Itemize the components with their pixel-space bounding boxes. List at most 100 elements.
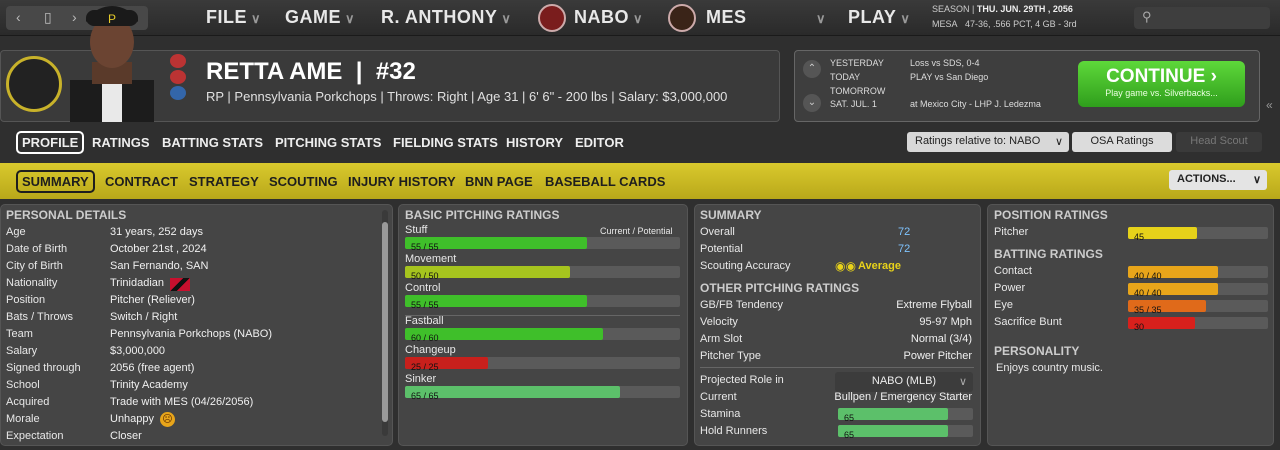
divider xyxy=(700,367,974,368)
pitch-label: Sinker xyxy=(405,373,437,385)
head-scout-button[interactable]: Head Scout xyxy=(1176,132,1262,152)
menu-play[interactable]: ∨ PLAY ∨ xyxy=(816,7,910,28)
rating-bar: 25 / 25 xyxy=(405,357,680,372)
tab-ratings[interactable]: RATINGS xyxy=(92,135,150,150)
tab-fielding-stats[interactable]: FIELDING STATS xyxy=(393,135,498,150)
rating-bar-value: 50 / 50 xyxy=(411,271,439,281)
pitching-rating-label: Stuff xyxy=(405,224,428,236)
personal-value: $3,000,000 xyxy=(110,345,166,357)
other-rating-value: Normal (3/4) xyxy=(910,333,972,345)
personal-label: Position xyxy=(6,294,46,306)
subtab-summary[interactable]: SUMMARY xyxy=(16,170,95,193)
tab-history[interactable]: HISTORY xyxy=(506,135,563,150)
pitch-label: Fastball xyxy=(405,315,444,327)
award-icons xyxy=(170,54,188,102)
personal-label: School xyxy=(6,379,40,391)
schedule-up-icon[interactable]: ⌃ xyxy=(803,60,821,78)
tab-pitching-stats[interactable]: PITCHING STATS xyxy=(275,135,381,150)
team-logo-icon xyxy=(6,56,62,112)
other-rating-label: Arm Slot xyxy=(700,333,743,345)
menu-game[interactable]: GAME ∨ xyxy=(285,7,355,28)
other-rating-value: Extreme Flyball xyxy=(896,299,972,311)
batting-rating-label: Contact xyxy=(994,265,1032,277)
pitch-label: Changeup xyxy=(405,344,456,356)
continue-button[interactable]: CONTINUE › Play game vs. Silverbacks... xyxy=(1078,61,1245,107)
personal-scrollbar[interactable] xyxy=(382,210,388,436)
search-box[interactable]: ⚲ xyxy=(1134,7,1270,29)
batting-ratings-title: BATTING RATINGS xyxy=(994,247,1103,261)
tab-editor[interactable]: EDITOR xyxy=(575,135,624,150)
other-rating-label: Pitcher Type xyxy=(700,350,761,362)
batting-rating-bar: 40 / 40 xyxy=(1128,283,1268,298)
batting-rating-bar: 30 xyxy=(1128,317,1268,332)
schedule-event: Loss vs SDS, 0-4 xyxy=(910,58,980,68)
menu-team[interactable]: MES xyxy=(706,7,747,28)
schedule-day: TODAY xyxy=(830,72,861,82)
rating-bar-value: 60 / 60 xyxy=(411,333,439,343)
subtab-contract[interactable]: CONTRACT xyxy=(105,174,178,189)
projected-role-select[interactable]: NABO (MLB) ∨ xyxy=(835,372,973,392)
schedule-day: TOMORROW xyxy=(830,86,886,96)
schedule-event[interactable]: PLAY vs San Diego xyxy=(910,72,988,82)
personal-value: Switch / Right xyxy=(110,311,178,323)
scouting-label: Scouting Accuracy xyxy=(700,260,791,272)
projected-role-label: Projected Role in xyxy=(700,374,784,386)
tab-profile[interactable]: PROFILE xyxy=(16,131,85,154)
subtab-strategy[interactable]: STRATEGY xyxy=(189,174,259,189)
personal-value: Trinity Academy xyxy=(110,379,188,391)
personal-details-title: PERSONAL DETAILS xyxy=(6,208,127,222)
actions-dropdown[interactable]: ACTIONS... ∨ xyxy=(1169,170,1267,190)
binoculars-icon: ◉◉ xyxy=(835,259,856,273)
osa-ratings-button[interactable]: OSA Ratings xyxy=(1072,132,1172,152)
rating-bar-value: 55 / 55 xyxy=(411,300,439,310)
rating-bar: 50 / 50 xyxy=(405,266,680,281)
overall-label: Overall xyxy=(700,226,735,238)
collapse-icon[interactable]: « xyxy=(1266,98,1273,112)
current-potential-legend: Current / Potential xyxy=(600,226,673,236)
unhappy-face-icon: ☹ xyxy=(160,412,175,427)
search-icon: ⚲ xyxy=(1142,9,1152,24)
batting-rating-value: 30 xyxy=(1134,322,1145,332)
personality-title: PERSONALITY xyxy=(994,344,1080,358)
hold-runners-value: 65 xyxy=(844,430,855,440)
page-icon[interactable]: ▯ xyxy=(44,9,52,26)
schedule-day: YESTERDAY xyxy=(830,58,884,68)
personal-label: Nationality xyxy=(6,277,58,289)
subtab-scouting[interactable]: SCOUTING xyxy=(269,174,338,189)
back-icon[interactable]: ‹ xyxy=(16,9,21,25)
tab-batting-stats[interactable]: BATTING STATS xyxy=(162,135,263,150)
rating-bar: 55 / 55 xyxy=(405,295,680,310)
personal-value: 2056 (free agent) xyxy=(110,362,195,374)
menu-file[interactable]: FILE ∨ xyxy=(206,7,261,28)
personal-label: Date of Birth xyxy=(6,243,68,255)
menu-league[interactable]: NABO ∨ xyxy=(574,7,643,28)
ratings-relative-select[interactable]: Ratings relative to: NABO ∨ xyxy=(907,132,1069,152)
personal-value: Trade with MES (04/26/2056) xyxy=(110,396,254,408)
other-rating-label: GB/FB Tendency xyxy=(700,299,783,311)
subtab-baseball-cards[interactable]: BASEBALL CARDS xyxy=(545,174,665,189)
batting-rating-value: 40 / 40 xyxy=(1134,271,1162,281)
pitching-rating-label: Movement xyxy=(405,253,457,265)
schedule-day: SAT. JUL. 1 xyxy=(830,99,877,109)
stamina-value: 65 xyxy=(844,413,855,423)
divider xyxy=(405,315,680,316)
pitcher-value: 45 xyxy=(1134,232,1145,242)
batting-rating-bar: 40 / 40 xyxy=(1128,266,1268,281)
stamina-bar: 65 xyxy=(838,408,973,423)
schedule-down-icon[interactable]: ⌄ xyxy=(803,94,821,112)
other-rating-value: 95-97 Mph xyxy=(919,316,972,328)
stamina-label: Stamina xyxy=(700,408,741,420)
trinidad-flag-icon xyxy=(170,278,190,291)
menu-manager[interactable]: R. ANTHONY ∨ xyxy=(381,7,511,28)
personal-label: Bats / Throws xyxy=(6,311,74,323)
rating-bar-value: 25 / 25 xyxy=(411,362,439,372)
other-pitching-title: OTHER PITCHING RATINGS xyxy=(700,281,860,295)
potential-label: Potential xyxy=(700,243,743,255)
batting-rating-label: Power xyxy=(994,282,1026,294)
player-name: RETTA AME | #32 xyxy=(206,58,416,85)
subtab-injury-history[interactable]: INJURY HISTORY xyxy=(348,174,456,189)
batting-rating-label: Sacrifice Bunt xyxy=(994,316,1062,328)
current-role-value: Bullpen / Emergency Starter xyxy=(834,391,972,403)
rating-bar: 60 / 60 xyxy=(405,328,680,343)
subtab-bnn-page[interactable]: BNN PAGE xyxy=(465,174,533,189)
